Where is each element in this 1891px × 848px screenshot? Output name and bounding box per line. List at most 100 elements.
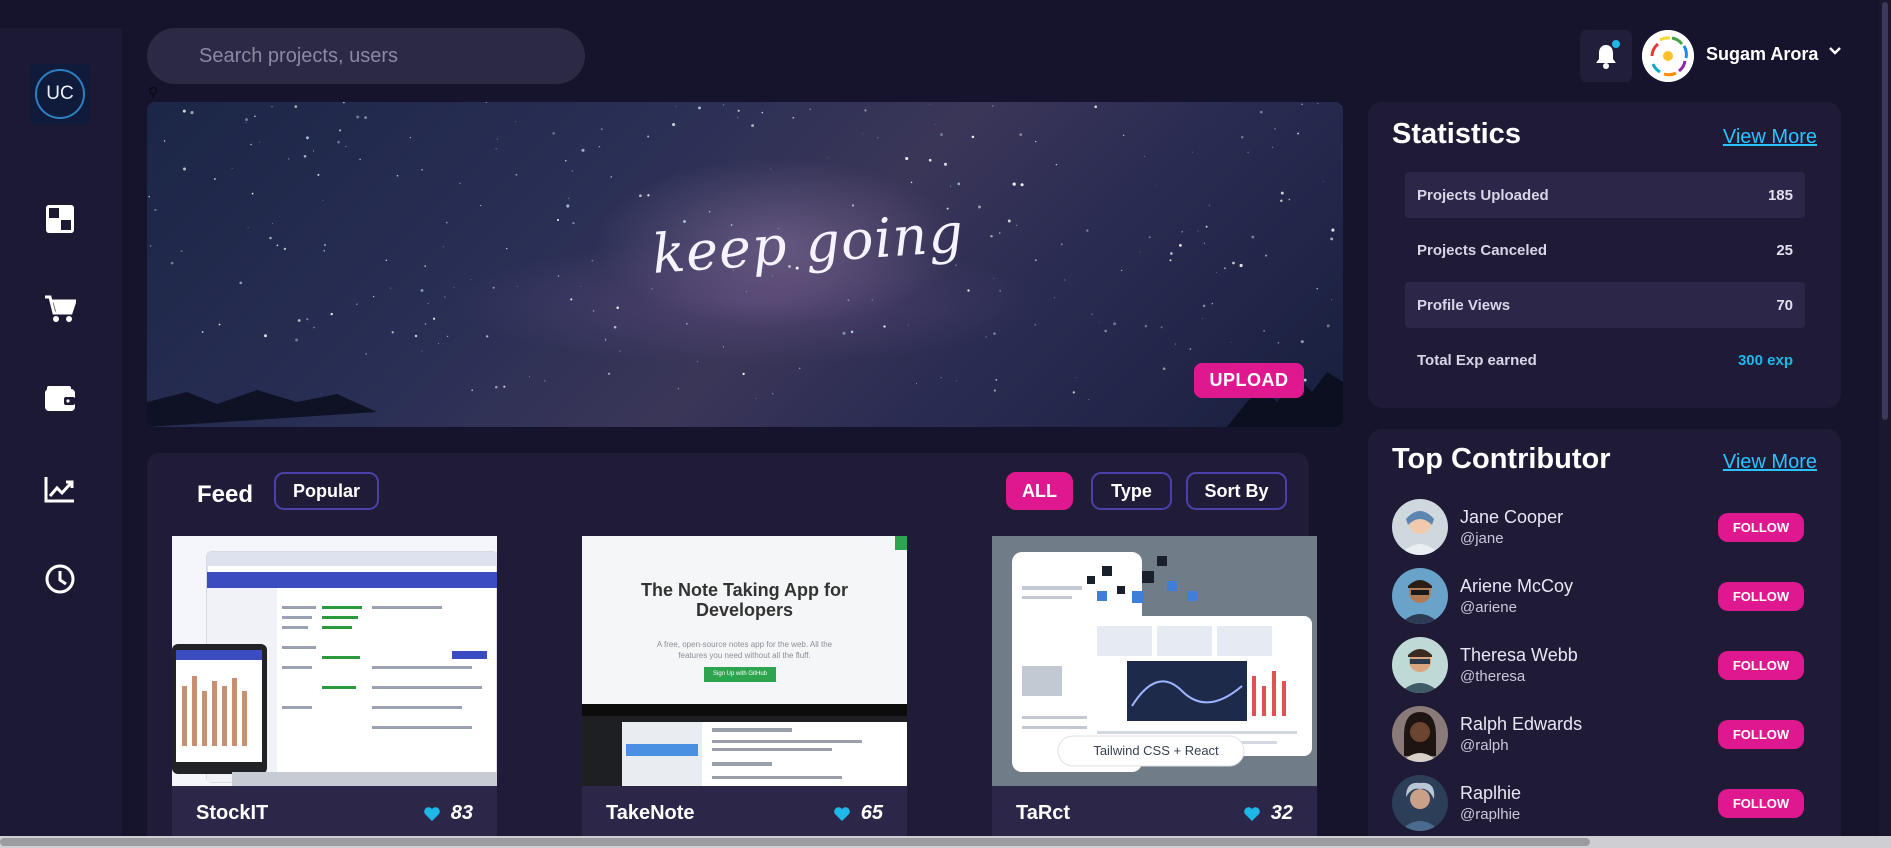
star	[517, 286, 518, 288]
star	[421, 350, 423, 352]
avatar[interactable]	[1392, 775, 1448, 831]
star	[864, 109, 867, 112]
clock-icon[interactable]	[43, 562, 77, 596]
star	[993, 332, 996, 335]
star	[163, 140, 166, 142]
star	[231, 168, 233, 169]
follow-button[interactable]: FOLLOW	[1718, 651, 1804, 680]
cart-icon[interactable]	[43, 292, 77, 326]
star	[1169, 259, 1172, 262]
vertical-scrollbar-thumb[interactable]	[1882, 2, 1888, 420]
notification-button[interactable]	[1580, 30, 1632, 82]
statistics-view-more-link[interactable]: View More	[1723, 126, 1817, 149]
star	[1277, 341, 1280, 344]
star	[1094, 105, 1097, 109]
star	[1215, 272, 1217, 273]
popular-pill[interactable]: Popular	[274, 472, 379, 510]
contributor-handle: @ralph	[1460, 737, 1509, 754]
follow-button[interactable]: FOLLOW	[1718, 789, 1804, 818]
star	[288, 158, 290, 160]
star	[1060, 243, 1063, 246]
star	[294, 105, 298, 108]
star	[372, 295, 375, 298]
star	[616, 306, 619, 310]
contributor-view-more-link[interactable]: View More	[1723, 451, 1817, 474]
stat-label: Profile Views	[1417, 296, 1511, 314]
avatar[interactable]	[1392, 568, 1448, 624]
star	[950, 185, 952, 187]
user-avatar[interactable]	[1642, 30, 1694, 82]
star	[485, 102, 488, 103]
contributor-row: Raplhie @raplhie FOLLOW	[1392, 775, 1816, 831]
user-name[interactable]: Sugam Arora	[1706, 44, 1818, 65]
star	[515, 173, 518, 176]
follow-button[interactable]: FOLLOW	[1718, 513, 1804, 542]
chart-icon[interactable]	[43, 472, 77, 506]
star	[746, 291, 747, 293]
feed-panel: Feed Popular ALL Type Sort By StockIT 83…	[147, 453, 1317, 848]
project-card[interactable]: Tailwind CSS + React TaRct 32	[992, 536, 1317, 848]
sidebar: UC	[0, 28, 122, 848]
star	[414, 334, 418, 338]
stat-label: Projects Uploaded	[1417, 186, 1549, 204]
star	[761, 111, 764, 114]
logo[interactable]: UC	[30, 64, 90, 124]
horizontal-scrollbar-thumb[interactable]	[0, 838, 1590, 846]
star	[993, 389, 996, 392]
star	[567, 206, 568, 208]
like-counter[interactable]: 65	[833, 802, 883, 825]
star	[1104, 329, 1108, 333]
vertical-scrollbar[interactable]	[1879, 0, 1891, 848]
filter-all-button[interactable]: ALL	[1006, 472, 1073, 510]
avatar[interactable]	[1392, 706, 1448, 762]
star	[424, 323, 427, 325]
star	[792, 116, 795, 119]
star	[438, 343, 440, 345]
follow-button[interactable]: FOLLOW	[1718, 720, 1804, 749]
card-hero-subtitle: A free, open-source notes app for the we…	[656, 640, 833, 660]
like-counter[interactable]: 32	[1243, 802, 1293, 825]
star	[847, 299, 850, 302]
like-counter[interactable]: 83	[423, 802, 473, 825]
search-input[interactable]	[147, 28, 585, 84]
chevron-down-icon[interactable]	[1828, 44, 1842, 63]
star	[978, 205, 981, 209]
avatar[interactable]	[1392, 637, 1448, 693]
dashboard-icon[interactable]	[43, 202, 77, 236]
star	[934, 123, 936, 125]
star	[708, 210, 711, 213]
star	[170, 261, 174, 265]
star	[990, 235, 993, 238]
star	[591, 260, 593, 262]
contributor-name: Ariene McCoy	[1460, 576, 1574, 596]
star	[698, 106, 701, 110]
project-card[interactable]: The Note Taking App for Developers A fre…	[582, 536, 907, 848]
star	[1162, 367, 1166, 371]
horizontal-scrollbar[interactable]	[0, 836, 1891, 848]
wallet-icon[interactable]	[43, 382, 77, 416]
card-title: TakeNote	[606, 802, 695, 824]
star	[1251, 235, 1255, 239]
project-card[interactable]: StockIT 83	[172, 536, 497, 848]
star	[651, 288, 653, 290]
star	[420, 288, 424, 292]
star	[245, 121, 247, 124]
star	[1055, 163, 1058, 166]
star	[1240, 135, 1244, 139]
star	[1274, 128, 1276, 130]
star	[201, 331, 204, 333]
sort-by-button[interactable]: Sort By	[1186, 472, 1287, 510]
filter-type-button[interactable]: Type	[1091, 472, 1172, 510]
star	[572, 221, 575, 225]
avatar[interactable]	[1392, 499, 1448, 555]
star	[1340, 105, 1342, 107]
like-count: 83	[450, 802, 473, 824]
heart-icon	[833, 806, 850, 821]
star	[723, 104, 725, 106]
star	[993, 278, 995, 280]
star	[313, 150, 315, 152]
upload-button[interactable]: UPLOAD	[1194, 363, 1304, 398]
follow-button[interactable]: FOLLOW	[1718, 582, 1804, 611]
star	[686, 322, 688, 325]
star	[218, 323, 221, 326]
